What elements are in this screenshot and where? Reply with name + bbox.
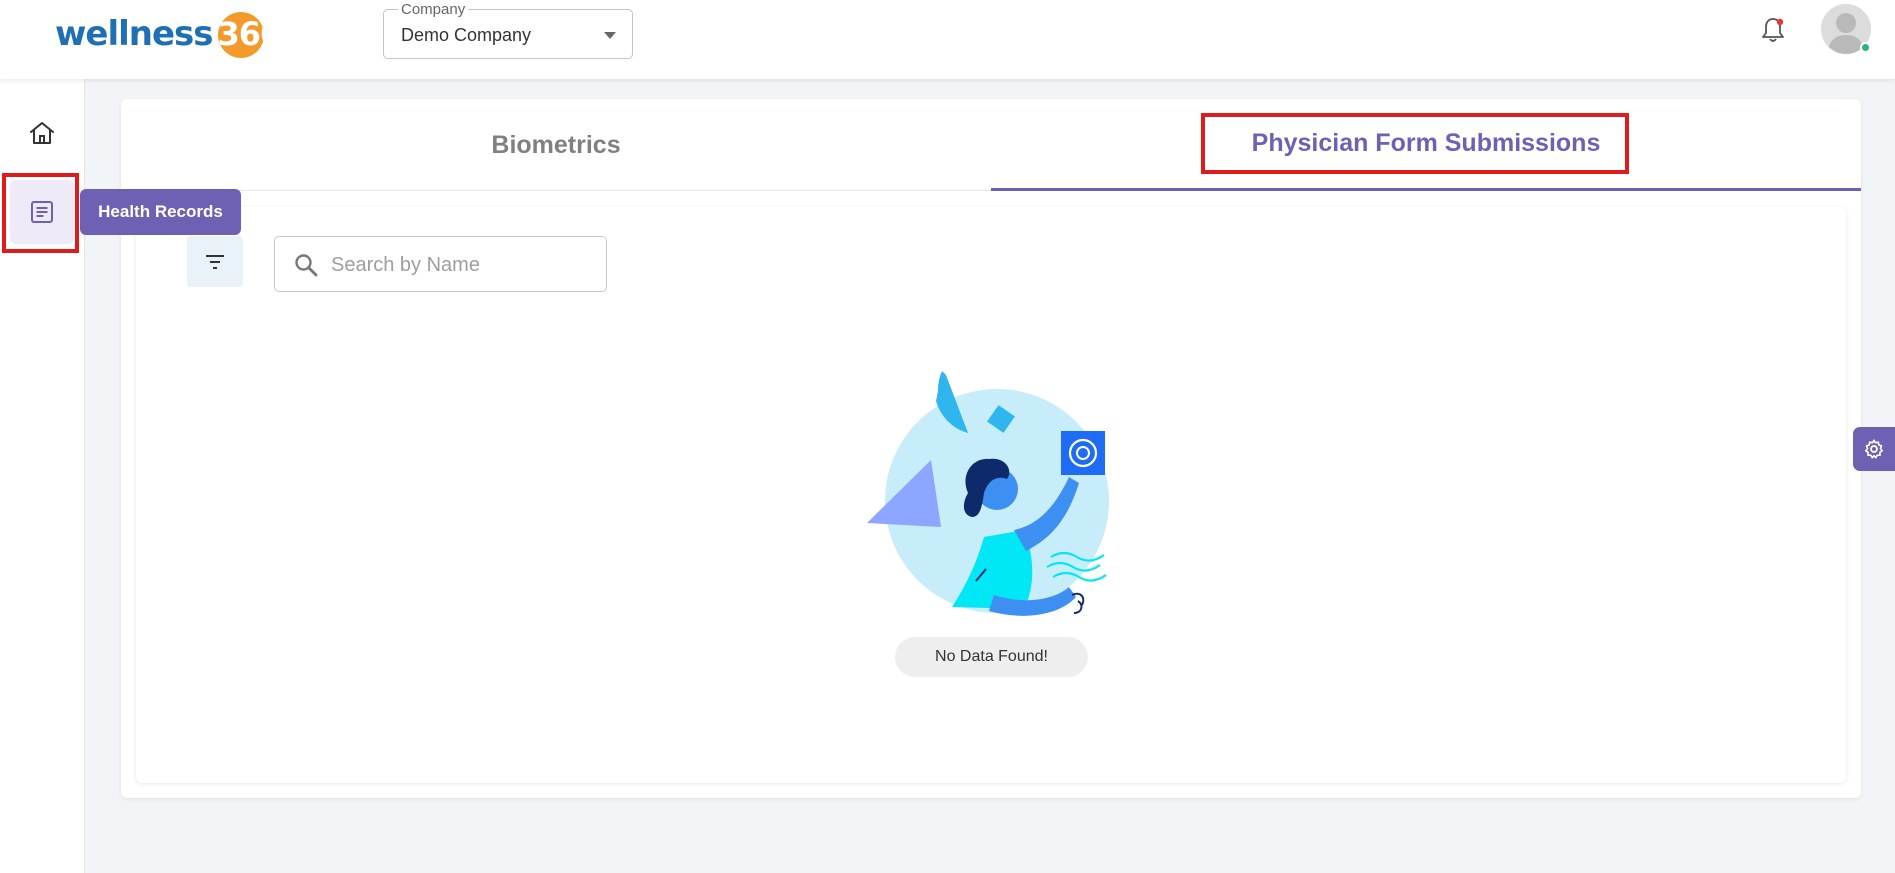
company-select-label: Company — [398, 1, 469, 18]
filter-icon — [206, 254, 224, 269]
company-select[interactable]: Company Demo Company — [383, 1, 633, 59]
bell-icon[interactable] — [1758, 15, 1788, 45]
no-data-message: No Data Found! — [895, 637, 1088, 677]
submissions-panel: No Data Found! — [136, 207, 1846, 783]
filter-button[interactable] — [187, 236, 243, 287]
home-icon[interactable] — [27, 118, 57, 148]
caret-down-icon — [604, 32, 616, 39]
tab-biometrics[interactable]: Biometrics — [121, 99, 991, 191]
online-status-dot — [1860, 42, 1871, 53]
tab-bar: Biometrics Physician Form Submissions — [121, 99, 1861, 191]
highlight-box-sidebar — [2, 173, 79, 253]
top-bar: wellness 360 Company Demo Company — [0, 0, 1895, 79]
company-select-value: Demo Company — [401, 25, 532, 45]
search-icon — [295, 254, 318, 277]
gear-icon — [1864, 439, 1884, 459]
search-box[interactable] — [274, 236, 607, 292]
empty-state-illustration — [867, 371, 1109, 616]
wellness360-logo[interactable]: wellness 360 — [55, 8, 285, 60]
highlight-box-tab — [1201, 113, 1629, 174]
logo-word: wellness — [55, 14, 214, 54]
settings-button[interactable] — [1853, 427, 1895, 471]
search-input[interactable] — [331, 249, 591, 281]
logo-number: 360 — [214, 12, 286, 58]
main-card: Biometrics Physician Form Submissions Se… — [121, 99, 1861, 798]
health-records-tooltip: Health Records — [80, 189, 241, 235]
